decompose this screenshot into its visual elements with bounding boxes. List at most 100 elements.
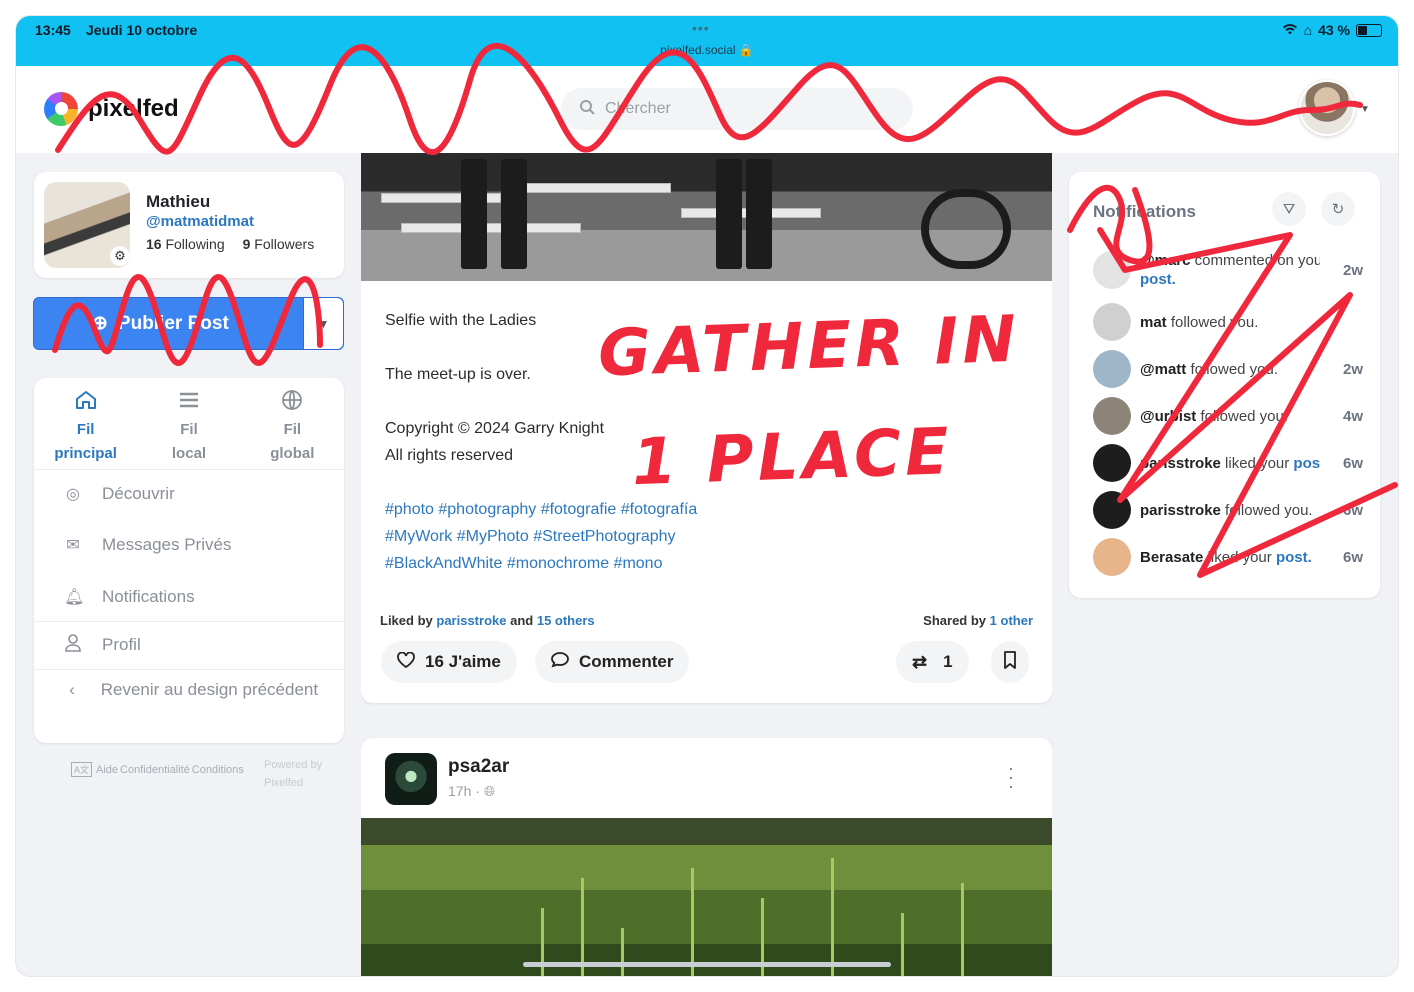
footer-terms[interactable]: Conditions — [192, 764, 244, 776]
notification-avatar — [1093, 397, 1131, 435]
profile-name[interactable]: Mathieu — [146, 192, 210, 212]
search-icon — [579, 99, 595, 120]
notification-item[interactable]: Berasate liked your post. 6w — [1093, 537, 1363, 577]
post-image[interactable] — [361, 818, 1052, 976]
bookmark-button[interactable] — [991, 641, 1029, 683]
nav-messages[interactable]: ✉ Messages Privés — [34, 521, 344, 569]
like-button[interactable]: 16 J'aime — [381, 641, 517, 683]
gear-icon[interactable]: ⚙ — [110, 246, 130, 266]
post-meta: 17h · 🌐︎ — [448, 783, 496, 799]
app-header: pixelfed Chercher ▼ — [16, 66, 1398, 153]
battery-percent: 43 % — [1318, 22, 1350, 38]
wifi-icon — [1282, 22, 1298, 38]
comment-icon — [551, 651, 569, 673]
boost-button[interactable]: ⇄ 1 — [896, 641, 969, 683]
tab-label: Fil global — [270, 421, 315, 462]
footer-privacy[interactable]: Confidentialité — [120, 764, 190, 776]
globe-icon — [280, 388, 304, 418]
nav-notifications[interactable]: 🔔︎ Notifications — [34, 573, 344, 621]
author-avatar[interactable] — [385, 753, 437, 805]
notifications-card: Notifications ⛛ ↻ @marc commented on you… — [1069, 172, 1380, 598]
divider — [34, 669, 344, 670]
envelope-icon: ✉ — [66, 537, 80, 554]
powered-by: Powered by Pixelfed — [264, 759, 323, 789]
nav-previous-design[interactable]: ‹ Revenir au design précédent — [50, 676, 330, 703]
repost-icon: ⇄ — [912, 651, 928, 672]
likes-others-link[interactable]: 15 others — [537, 613, 595, 628]
translate-icon[interactable]: A文 — [71, 762, 93, 777]
hashtags[interactable]: #MyWork #MyPhoto #StreetPhotography — [385, 523, 1025, 550]
more-options-icon[interactable]: · · · — [1008, 759, 1014, 795]
following-link[interactable]: 16 Following — [146, 236, 225, 252]
user-icon — [64, 633, 82, 657]
status-date: Jeudi 10 octobre — [86, 22, 198, 38]
profile-card: ⚙ Mathieu @matmatidmat 16 Following 9 Fo… — [34, 172, 344, 278]
notification-avatar — [1093, 491, 1131, 529]
post-card: psa2ar 17h · 🌐︎ · · · — [361, 738, 1052, 976]
status-indicators: ⌂ 43 % — [1282, 22, 1382, 38]
status-time: 13:45 — [35, 22, 71, 38]
heart-icon — [397, 651, 415, 673]
notifications-title: Notifications — [1093, 202, 1196, 221]
post-time[interactable]: 17h — [448, 783, 471, 799]
footer-help[interactable]: Aide — [96, 764, 118, 776]
post-image[interactable] — [361, 153, 1052, 281]
status-bar: 13:45 Jeudi 10 octobre ••• pixelfed.soci… — [16, 16, 1398, 66]
user-avatar[interactable] — [1299, 80, 1355, 136]
tab-label: Fil principal — [54, 421, 117, 462]
search-input[interactable]: Chercher — [561, 88, 913, 130]
pixelfed-logo-icon — [44, 92, 78, 126]
notification-item[interactable]: @urbist followed you. 4w — [1093, 396, 1363, 436]
logo-text: pixelfed — [88, 95, 179, 122]
plus-circle-icon: ⊕ — [92, 313, 108, 334]
home-icon — [74, 388, 98, 418]
notification-item[interactable]: @matt followed you. 2w — [1093, 349, 1363, 389]
publish-post-label: Publier Post — [117, 312, 229, 334]
notification-avatar — [1093, 444, 1131, 482]
filter-icon[interactable]: ⛛ — [1272, 192, 1306, 226]
nav-discover[interactable]: ◎ Découvrir — [34, 470, 344, 518]
home-indicator[interactable] — [523, 962, 891, 967]
home-lock-icon: ⌂ — [1303, 22, 1313, 38]
publish-post-button[interactable]: ⊕ Publier Post ▼ — [33, 297, 344, 350]
tab-global-feed[interactable]: Fil global — [241, 378, 344, 469]
hashtags[interactable]: #BlackAndWhite #monochrome #mono — [385, 550, 1025, 577]
globe-icon: 🌐︎ — [483, 783, 496, 799]
list-icon — [177, 388, 201, 418]
footer-links: A文 Aide Confidentialité Conditions — [71, 762, 244, 777]
nav-profile[interactable]: Profil — [34, 621, 344, 669]
notification-item[interactable]: parisstroke liked your post. 6w — [1093, 443, 1363, 483]
profile-stats: 16 Following 9 Followers — [146, 236, 314, 252]
pixelfed-logo[interactable]: pixelfed — [44, 92, 179, 126]
notification-avatar — [1093, 251, 1131, 289]
main-feed: Selfie with the Ladies The meet-up is ov… — [361, 153, 1052, 976]
followers-link[interactable]: 9 Followers — [243, 236, 315, 252]
notification-avatar — [1093, 350, 1131, 388]
liker-link[interactable]: parisstroke — [436, 613, 506, 628]
compass-icon: ◎ — [66, 486, 80, 503]
liked-by: Liked by parisstroke and 15 others — [380, 613, 595, 628]
tab-local-feed[interactable]: Fil local — [137, 378, 240, 469]
notification-avatar — [1093, 538, 1131, 576]
chevron-down-icon[interactable]: ▼ — [303, 298, 343, 349]
comment-button[interactable]: Commenter — [535, 641, 690, 683]
chevron-down-icon[interactable]: ▼ — [1360, 104, 1370, 115]
notification-item[interactable]: parisstroke followed you. 6w — [1093, 490, 1363, 530]
feed-tabs: Fil principal Fil local Fil global — [34, 378, 344, 470]
battery-icon — [1356, 23, 1382, 37]
notification-item[interactable]: mat followed you. — [1093, 302, 1363, 342]
chevron-left-icon: ‹ — [69, 680, 75, 699]
shared-by: Shared by 1 other — [923, 613, 1033, 628]
tab-home-feed[interactable]: Fil principal — [34, 378, 137, 469]
notification-item[interactable]: @marc commented on your post. 2w — [1093, 250, 1363, 290]
address-bar[interactable]: pixelfed.social 🔒 — [16, 43, 1398, 57]
annotation-line-2: 1 PLACE — [630, 415, 954, 501]
more-dots-icon[interactable]: ••• — [692, 20, 710, 36]
shares-link[interactable]: 1 other — [990, 613, 1033, 628]
profile-handle[interactable]: @matmatidmat — [146, 213, 254, 230]
notification-avatar — [1093, 303, 1131, 341]
refresh-icon[interactable]: ↻ — [1321, 192, 1355, 226]
author-name[interactable]: psa2ar — [448, 756, 509, 778]
bell-icon: 🔔︎ — [64, 589, 85, 606]
tab-label: Fil local — [171, 421, 207, 462]
